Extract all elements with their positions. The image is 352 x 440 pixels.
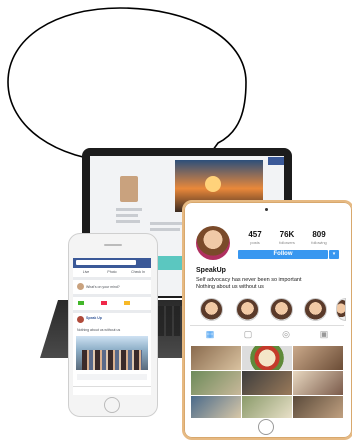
profile-bio-line-2: Nothing about us without us bbox=[196, 284, 264, 290]
fb-post-actions[interactable] bbox=[77, 374, 147, 380]
fb-tab-check-in[interactable]: Check In bbox=[125, 270, 151, 274]
fb-reaction-icon[interactable] bbox=[124, 301, 130, 305]
tab-divider bbox=[190, 325, 344, 326]
laptop-profile-photo bbox=[120, 176, 138, 202]
post-thumbnail[interactable] bbox=[191, 346, 241, 370]
tablet-camera-icon bbox=[265, 208, 268, 211]
fb-search-input[interactable] bbox=[76, 260, 136, 265]
story-highlight[interactable] bbox=[304, 298, 327, 321]
phone-home-button[interactable] bbox=[104, 397, 120, 413]
stat-posts-value: 457 bbox=[248, 230, 262, 239]
fb-reaction-card bbox=[73, 297, 151, 310]
follow-dropdown-button[interactable]: ▾ bbox=[329, 250, 339, 259]
profile-name: SpeakUp bbox=[196, 267, 226, 274]
phone-speaker bbox=[104, 244, 122, 246]
profile-avatar[interactable] bbox=[196, 226, 230, 260]
target-icon[interactable]: ◎ bbox=[276, 329, 296, 340]
laptop-top-bar bbox=[268, 157, 284, 165]
story-highlight[interactable] bbox=[336, 298, 346, 321]
laptop-text-line bbox=[150, 222, 186, 225]
post-thumbnail[interactable] bbox=[191, 396, 241, 418]
fb-post-text: Nothing about us without us bbox=[77, 328, 121, 332]
tv-icon[interactable]: ▢ bbox=[238, 329, 258, 340]
stat-following-value[interactable]: 809 bbox=[304, 230, 334, 239]
stat-following-label[interactable]: following bbox=[304, 240, 334, 245]
post-thumbnail[interactable] bbox=[242, 346, 292, 370]
post-thumbnail[interactable] bbox=[293, 371, 343, 395]
post-thumbnail[interactable] bbox=[293, 346, 343, 370]
tag-icon[interactable]: ▣ bbox=[314, 329, 334, 340]
story-highlight[interactable] bbox=[236, 298, 259, 321]
fb-tab-live[interactable]: Live bbox=[73, 270, 99, 274]
laptop-text-line bbox=[116, 208, 142, 211]
fb-bottom-nav bbox=[73, 386, 151, 395]
story-highlight[interactable] bbox=[200, 298, 223, 321]
post-thumbnail[interactable] bbox=[191, 371, 241, 395]
fb-composer-avatar bbox=[77, 283, 84, 290]
profile-bio-line-1: Self advocacy has never been so importan… bbox=[196, 277, 302, 283]
fb-post-photo-people bbox=[82, 350, 142, 370]
fb-composer-placeholder[interactable]: What's on your mind? bbox=[86, 285, 120, 289]
laptop-text-line bbox=[150, 228, 180, 231]
fb-post-avatar bbox=[77, 316, 84, 323]
tablet-home-button[interactable] bbox=[258, 419, 274, 435]
laptop-text-line bbox=[116, 214, 138, 217]
fb-tab-photo[interactable]: Photo bbox=[99, 270, 125, 274]
follow-button[interactable]: Follow bbox=[238, 250, 328, 259]
fb-reaction-icon[interactable] bbox=[78, 301, 84, 305]
laptop-text-line bbox=[116, 220, 140, 223]
post-thumbnail[interactable] bbox=[293, 396, 343, 418]
stat-posts-label: posts bbox=[250, 240, 260, 245]
post-thumbnail[interactable] bbox=[242, 396, 292, 418]
grid-icon[interactable]: ▦ bbox=[200, 329, 220, 340]
fb-reaction-icon[interactable] bbox=[101, 301, 107, 305]
post-thumbnail[interactable] bbox=[242, 371, 292, 395]
story-highlight[interactable] bbox=[270, 298, 293, 321]
stat-followers-label[interactable]: followers bbox=[272, 240, 302, 245]
laptop-sun bbox=[205, 176, 221, 192]
fb-post-author[interactable]: Speak Up bbox=[86, 316, 102, 320]
stat-followers-value[interactable]: 76K bbox=[272, 230, 302, 239]
